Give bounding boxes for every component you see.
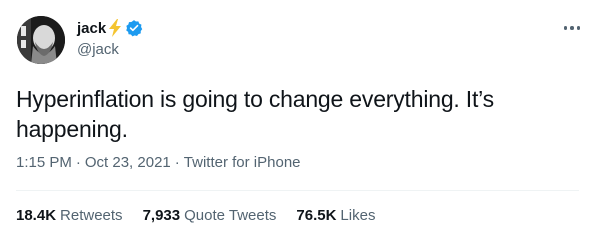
meta-separator: · xyxy=(75,154,81,171)
likes-stat[interactable]: 76.5K Likes xyxy=(296,207,375,224)
divider xyxy=(16,190,579,191)
quote-tweets-stat[interactable]: 7,933 Quote Tweets xyxy=(143,207,277,224)
tweet-meta: 1:15 PM · Oct 23, 2021 · Twitter for iPh… xyxy=(16,154,301,171)
author-handle[interactable]: @jack xyxy=(77,41,119,58)
quote-tweets-count: 7,933 xyxy=(142,207,181,224)
avatar[interactable] xyxy=(17,16,65,64)
likes-count: 76.5K xyxy=(296,207,337,224)
tweet-card: jack @jack Hyperinflation is going to ch… xyxy=(0,0,595,240)
meta-separator: · xyxy=(174,154,180,171)
more-dot-icon xyxy=(570,26,574,30)
tweet-stats: 18.4K Retweets 7,933 Quote Tweets 76.5K … xyxy=(16,207,395,224)
quote-tweets-label: Quote Tweets xyxy=(184,207,277,224)
tweet-date[interactable]: Oct 23, 2021 xyxy=(85,154,171,171)
likes-label: Likes xyxy=(340,207,376,224)
more-dot-icon xyxy=(563,26,568,30)
display-name[interactable]: jack xyxy=(77,20,106,37)
retweets-count: 18.4K xyxy=(16,207,57,224)
avatar-image xyxy=(17,16,65,64)
verified-badge-icon xyxy=(125,19,143,37)
author-name-row[interactable]: jack xyxy=(77,17,143,39)
tweet-text: Hyperinflation is going to change everyt… xyxy=(16,86,494,142)
retweets-stat[interactable]: 18.4K Retweets xyxy=(16,207,123,224)
more-dot-icon xyxy=(576,26,581,30)
tweet-source[interactable]: Twitter for iPhone xyxy=(184,154,301,171)
more-options-button[interactable] xyxy=(559,21,585,35)
lightning-bolt-icon xyxy=(108,19,122,37)
retweets-label: Retweets xyxy=(60,207,123,224)
tweet-time[interactable]: 1:15 PM xyxy=(16,154,72,171)
